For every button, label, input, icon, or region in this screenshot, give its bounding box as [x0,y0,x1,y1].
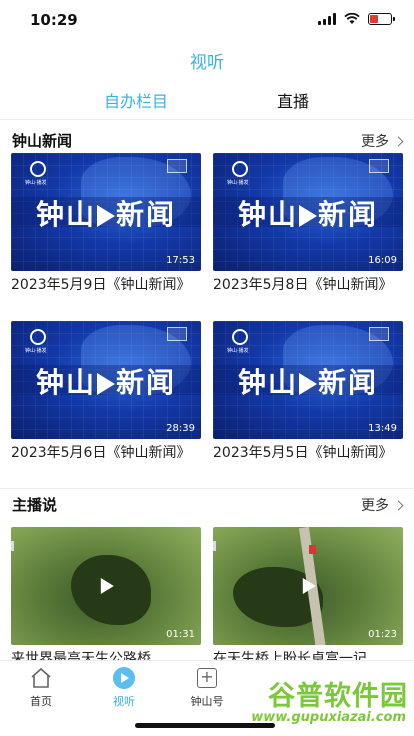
signal-icon [318,13,336,25]
screen-icon [167,327,187,341]
divider [0,119,414,120]
nav-item-media[interactable]: 视听 [89,667,159,709]
thumbnail-title: 钟山 新闻 [237,198,379,231]
status-icons [318,13,395,25]
screen-icon [167,159,187,173]
video-thumbnail: 01:23 [213,527,403,645]
video-card[interactable]: 钟山·播发 钟山 新闻 16:09 2023年5月8日《钟山新闻》 [213,153,403,294]
status-bar: 10:29 [0,0,414,40]
more-button[interactable]: 更多 [361,495,404,515]
nav-item-home[interactable]: 首页 [6,667,76,709]
video-thumbnail: 钟山·播发 钟山 新闻 13:49 [213,321,403,439]
wifi-icon [344,13,360,24]
section-title: 钟山新闻 [12,132,73,150]
section-header-anchor: 主播说 更多 [12,494,404,516]
tab-own-programs[interactable]: 自办栏目 [104,88,168,112]
divider [0,488,414,489]
video-duration: 13:49 [368,423,397,434]
play-icon [97,373,115,395]
nav-label: 视听 [113,695,135,708]
video-thumbnail: 钟山·播发 钟山 新闻 28:39 [11,321,201,439]
video-card[interactable]: 钟山·播发 钟山 新闻 17:53 2023年5月9日《钟山新闻》 [11,153,201,294]
video-title: 2023年5月9日《钟山新闻》 [11,277,191,293]
play-icon [299,205,317,227]
home-indicator [135,723,275,728]
thumbnail-title: 钟山 新闻 [35,198,177,231]
more-button[interactable]: 更多 [361,131,404,151]
status-time: 10:29 [30,11,78,29]
video-thumbnail: 钟山·播发 钟山 新闻 16:09 [213,153,403,271]
play-icon [299,373,317,395]
screen-icon [369,327,389,341]
video-title: 2023年5月5日《钟山新闻》 [213,445,393,461]
video-title: 2023年5月6日《钟山新闻》 [11,445,191,461]
video-duration: 16:09 [368,255,397,266]
station-logo-icon: 钟山·播发 [25,329,55,359]
station-logo-icon: 钟山·播发 [227,161,257,191]
video-card[interactable]: 01:23 在天生桥上盼长卓富一记 [213,527,403,668]
more-label: 更多 [361,498,389,514]
video-duration: 28:39 [166,423,195,434]
play-icon [97,205,115,227]
nav-label: 首页 [30,695,52,708]
thumbnail-title: 钟山 新闻 [237,366,379,399]
watermark-text: 谷普软件园 [268,681,408,712]
tab-live[interactable]: 直播 [277,88,309,112]
video-card[interactable]: 钟山·播发 钟山 新闻 13:49 2023年5月5日《钟山新闻》 [213,321,403,462]
video-card[interactable]: 01:31 来世界最高天生公路桥 [11,527,201,668]
section-title: 主播说 [12,496,58,514]
screen-icon [369,159,389,173]
more-label: 更多 [361,134,389,150]
station-logo-icon: 钟山·播发 [227,329,257,359]
thumbnail-title: 钟山 新闻 [35,366,177,399]
play-icon [100,578,114,594]
video-thumbnail: 01:31 [11,527,201,645]
video-card[interactable]: 钟山·播发 钟山 新闻 28:39 2023年5月6日《钟山新闻》 [11,321,201,462]
video-thumbnail: 钟山·播发 钟山 新闻 17:53 [11,153,201,271]
watermark-url: www.gupuxiazai.com [251,710,406,725]
chevron-right-icon [393,136,404,146]
tab-bar: 自办栏目 直播 [0,88,414,118]
section-header-news: 钟山新闻 更多 [12,130,404,152]
video-title: 2023年5月8日《钟山新闻》 [213,277,393,293]
play-icon [302,578,316,594]
video-duration: 01:31 [166,629,195,640]
page-title: 视听 [190,53,224,73]
video-duration: 01:23 [368,629,397,640]
play-circle-icon [112,667,136,689]
battery-icon [368,13,395,25]
video-duration: 17:53 [166,255,195,266]
home-icon [29,667,53,689]
station-logo-icon: 钟山·播发 [25,161,55,191]
chevron-right-icon [393,500,404,510]
plus-square-icon: + [195,667,219,689]
